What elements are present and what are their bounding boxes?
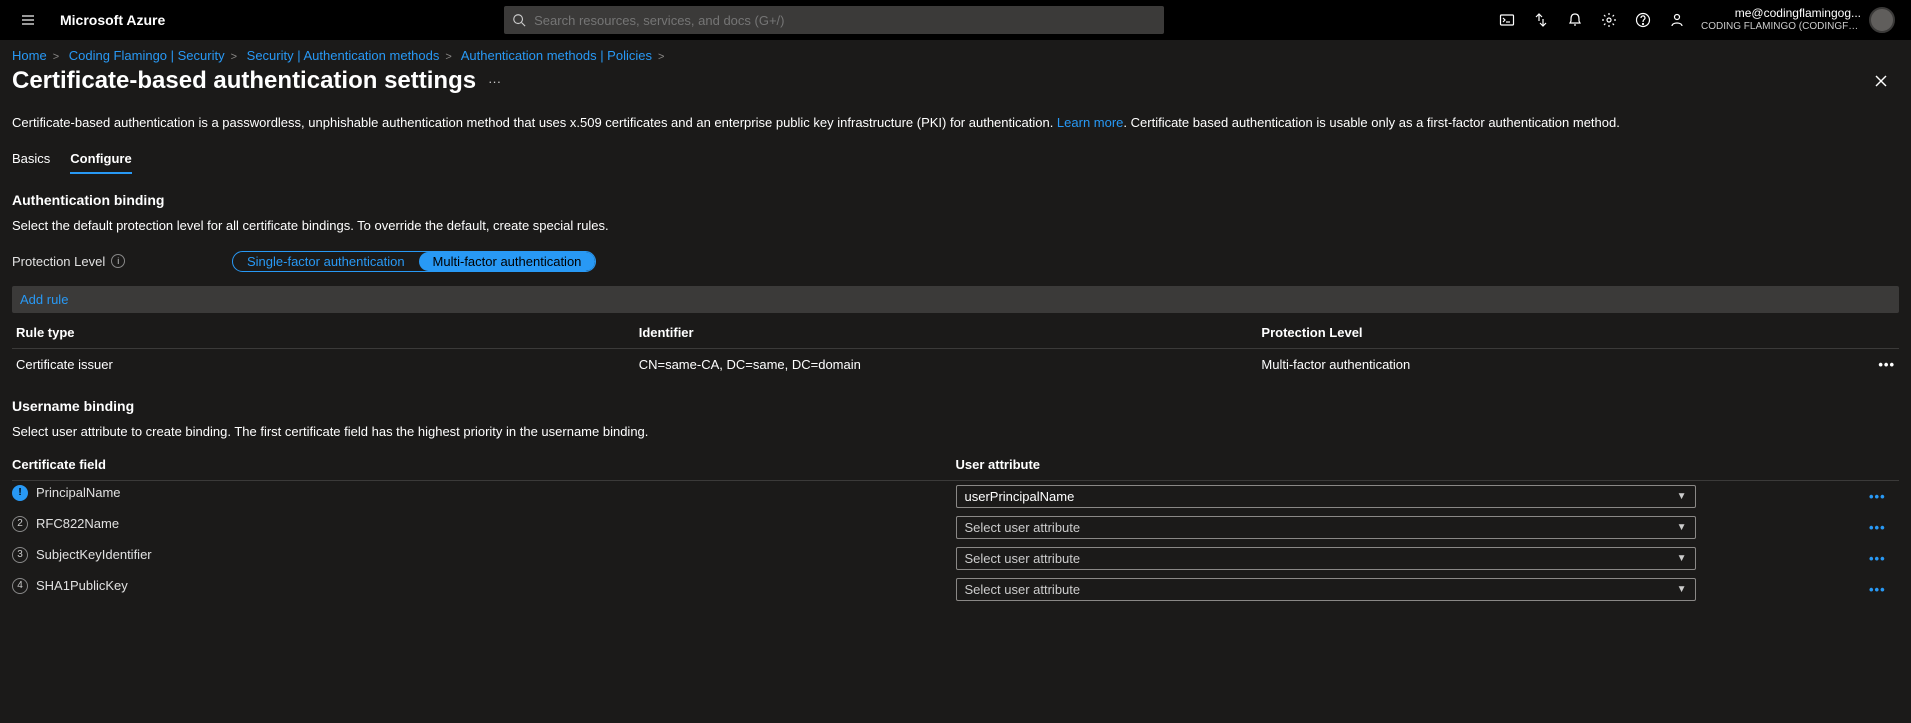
crumb-home[interactable]: Home [12, 48, 47, 63]
tab-basics[interactable]: Basics [12, 151, 50, 174]
rule-type-cell: Certificate issuer [12, 348, 635, 380]
global-search-input[interactable] [534, 13, 1156, 28]
binding-row: 4 SHA1PublicKey Select user attribute ▼ ••• [12, 574, 1899, 605]
avatar [1869, 7, 1895, 33]
global-search[interactable] [504, 6, 1164, 34]
select-value: Select user attribute [965, 551, 1081, 566]
crumb-3[interactable]: Authentication methods | Policies [461, 48, 652, 63]
user-attribute-select[interactable]: Select user attribute ▼ [956, 547, 1696, 570]
binding-more-icon[interactable]: ••• [1869, 574, 1899, 605]
user-email: me@codingflamingog... [1701, 7, 1861, 21]
col-identifier: Identifier [635, 317, 1258, 349]
binding-more-icon[interactable]: ••• [1869, 480, 1899, 512]
user-attribute-select[interactable]: Select user attribute ▼ [956, 578, 1696, 601]
chevron-down-icon: ▼ [1677, 584, 1687, 595]
certfield-label: PrincipalName [36, 485, 121, 500]
user-attribute-select[interactable]: Select user attribute ▼ [956, 516, 1696, 539]
chevron-down-icon: ▼ [1677, 491, 1687, 502]
add-rule-button[interactable]: Add rule [12, 286, 1899, 313]
info-icon[interactable]: i [111, 254, 125, 268]
rule-row[interactable]: Certificate issuerCN=same-CA, DC=same, D… [12, 348, 1899, 380]
description: Certificate-based authentication is a pa… [12, 113, 1899, 133]
auth-binding-desc: Select the default protection level for … [12, 218, 1899, 233]
select-value: userPrincipalName [965, 489, 1075, 504]
chevron-down-icon: ▼ [1677, 553, 1687, 564]
cloud-shell-icon[interactable] [1491, 0, 1523, 40]
col-rule-type: Rule type [12, 317, 635, 349]
priority-badge: 4 [12, 578, 28, 594]
close-blade-button[interactable] [1869, 69, 1893, 93]
crumb-2[interactable]: Security | Authentication methods [247, 48, 440, 63]
select-value: Select user attribute [965, 582, 1081, 597]
page-more-icon[interactable]: ··· [488, 74, 501, 89]
search-icon [512, 13, 526, 27]
binding-more-icon[interactable]: ••• [1869, 512, 1899, 543]
priority-badge: ! [12, 485, 28, 501]
pill-multi-factor[interactable]: Multi-factor authentication [419, 252, 596, 271]
protection-level-toggle[interactable]: Single-factor authentication Multi-facto… [232, 251, 596, 272]
username-binding-desc: Select user attribute to create binding.… [12, 424, 1899, 439]
directories-icon[interactable] [1525, 0, 1557, 40]
learn-more-link[interactable]: Learn more [1057, 115, 1123, 130]
rule-more-icon[interactable]: ••• [1824, 348, 1900, 380]
auth-binding-title: Authentication binding [12, 192, 1899, 208]
user-tenant: CODING FLAMINGO (CODINGFL... [1701, 21, 1861, 33]
rule-identifier-cell: CN=same-CA, DC=same, DC=domain [635, 348, 1258, 380]
certfield-label: SHA1PublicKey [36, 578, 128, 593]
binding-row: ! PrincipalName userPrincipalName ▼ ••• [12, 480, 1899, 512]
binding-more-icon[interactable]: ••• [1869, 543, 1899, 574]
help-icon[interactable] [1627, 0, 1659, 40]
feedback-icon[interactable] [1661, 0, 1693, 40]
breadcrumb: Home> Coding Flamingo | Security> Securi… [0, 40, 1911, 65]
username-binding-title: Username binding [12, 398, 1899, 414]
priority-badge: 2 [12, 516, 28, 532]
binding-row: 2 RFC822Name Select user attribute ▼ ••• [12, 512, 1899, 543]
hamburger-menu-icon[interactable] [8, 0, 48, 40]
col-userattr: User attribute [956, 449, 1870, 481]
col-protection: Protection Level [1257, 317, 1823, 349]
settings-icon[interactable] [1593, 0, 1625, 40]
notifications-icon[interactable] [1559, 0, 1591, 40]
protection-level-label: Protection Level [12, 254, 105, 269]
user-attribute-select[interactable]: userPrincipalName ▼ [956, 485, 1696, 508]
priority-badge: 3 [12, 547, 28, 563]
rule-protection-cell: Multi-factor authentication [1257, 348, 1823, 380]
certfield-label: RFC822Name [36, 516, 119, 531]
chevron-down-icon: ▼ [1677, 522, 1687, 533]
col-certfield: Certificate field [12, 449, 956, 481]
crumb-1[interactable]: Coding Flamingo | Security [69, 48, 225, 63]
page-title: Certificate-based authentication setting… [12, 67, 476, 95]
tab-configure[interactable]: Configure [70, 151, 131, 174]
select-value: Select user attribute [965, 520, 1081, 535]
pill-single-factor[interactable]: Single-factor authentication [233, 252, 419, 271]
certfield-label: SubjectKeyIdentifier [36, 547, 152, 562]
binding-row: 3 SubjectKeyIdentifier Select user attribu… [12, 543, 1899, 574]
account-menu[interactable]: me@codingflamingog... CODING FLAMINGO (C… [1693, 7, 1903, 33]
brand-label[interactable]: Microsoft Azure [48, 12, 177, 28]
